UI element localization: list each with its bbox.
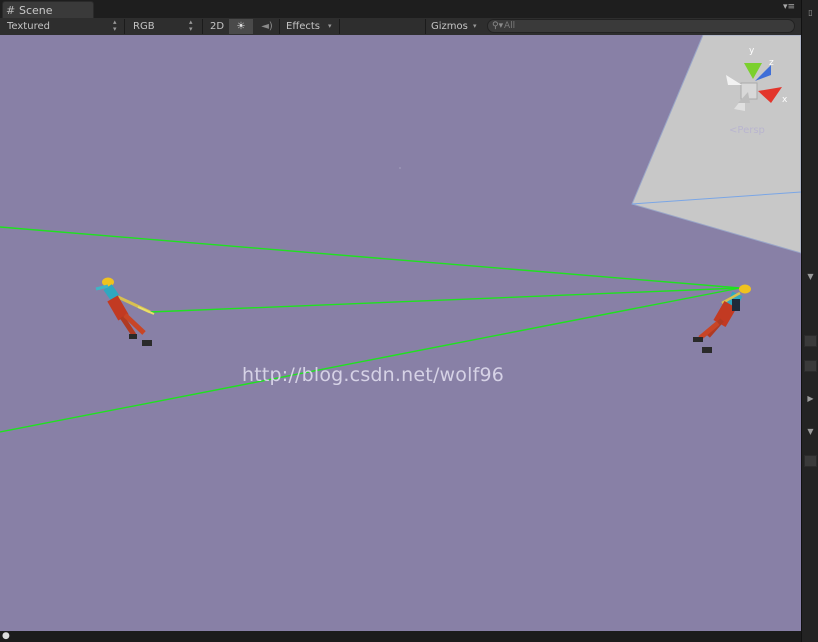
scene-audio-toggle[interactable]: ◄) [256,19,278,34]
draw-mode-label: Textured [7,21,50,32]
search-box[interactable]: ⚲▾ [487,19,795,33]
projection-label: Persp [737,125,765,136]
toolbar-divider [339,19,340,34]
scene-toolbar: Textured ▴ ▾ RGB ▴ ▾ 2D ☀ ◄) Effects ▾ Giz… [0,18,805,36]
toolbar-divider [425,19,426,34]
ray-line-lower [0,287,741,433]
speaker-icon: ◄) [261,21,273,32]
effects-label: Effects [286,21,320,32]
collapse-arrow-icon[interactable]: ▼ [804,427,817,436]
sun-icon: ☀ [236,21,246,32]
info-icon: ● [2,631,10,641]
effects-dropdown[interactable]: Effects ▾ [286,19,336,34]
scene-grid-icon: # [6,4,16,17]
render-mode-dropdown[interactable]: RGB [133,19,197,34]
scene-viewport[interactable]: y z x <Persp http://blog.csdn.net/wolf96 [0,35,801,631]
search-icon: ⚲▾ [492,21,504,31]
projection-toggle[interactable]: <Persp [729,125,765,136]
expand-arrow-icon[interactable]: ▶ [804,394,817,403]
watermark-text: http://blog.csdn.net/wolf96 [242,364,505,386]
panel-field[interactable] [804,335,817,347]
scene-dot [399,167,401,169]
tab-scene-label: Scene [19,4,53,17]
render-mode-label: RGB [133,21,155,32]
ground-plane[interactable] [631,35,801,254]
gizmo-x-label: x [782,95,788,105]
collapse-arrow-icon[interactable]: ▼ [804,272,817,281]
tab-bar: # Scene ▾≡ [0,0,805,18]
adjacent-panel: ▯ ▼ ▶ ▼ [801,0,818,642]
chevron-down-icon: ▾ [473,22,477,30]
draw-mode-arrows-icon: ▴ ▾ [113,18,117,33]
status-bar: ● [0,631,801,642]
toolbar-divider [124,19,125,34]
toggle-2d-button[interactable]: 2D [205,19,229,34]
gizmo-y-label: y [749,46,755,56]
draw-mode-dropdown[interactable]: Textured [7,19,121,34]
scene-canvas: y z x [0,35,801,433]
character-left[interactable] [95,277,155,347]
toolbar-divider [202,19,203,34]
gizmo-z-label: z [769,58,774,68]
scene-lighting-toggle[interactable]: ☀ [229,19,253,34]
toolbar-divider [279,19,280,34]
toggle-2d-label: 2D [209,21,225,32]
gizmos-label: Gizmos [431,21,468,32]
gizmo-center-cube[interactable] [740,82,758,100]
gizmos-dropdown[interactable]: Gizmos ▾ [431,19,481,34]
ray-line-middle [149,287,741,313]
search-input[interactable] [504,20,784,32]
tab-scene[interactable]: # Scene [2,1,94,18]
panel-field[interactable] [804,455,817,467]
chevron-down-icon: ▾ [328,22,332,30]
panel-menu-icon[interactable]: ▾≡ [783,2,795,12]
panel-field[interactable] [804,360,817,372]
render-mode-arrows-icon: ▴ ▾ [189,18,193,33]
panel-tab-edge[interactable]: ▯ [804,8,817,17]
